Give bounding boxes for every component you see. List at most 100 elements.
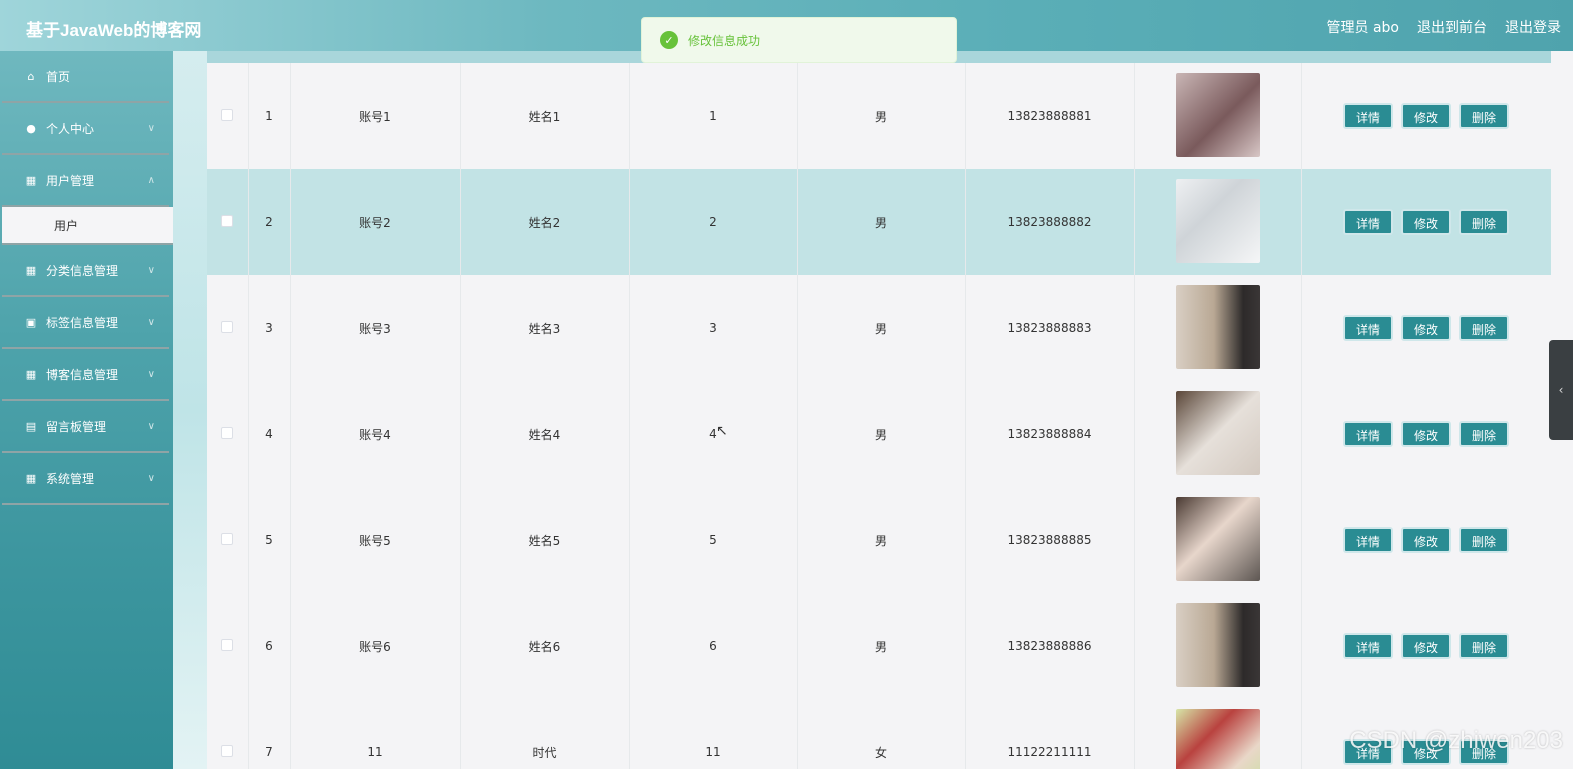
row-phone: 13823888886 bbox=[965, 593, 1135, 699]
delete-button[interactable]: 删除 bbox=[1459, 315, 1509, 341]
user-avatar-photo[interactable] bbox=[1175, 496, 1260, 581]
edit-button[interactable]: 修改 bbox=[1401, 527, 1451, 553]
sidebar-item-label: 留言板管理 bbox=[46, 419, 107, 434]
sidebar-item-home[interactable]: ⌂ 首页 bbox=[2, 51, 169, 103]
document-icon: ▤ bbox=[25, 419, 37, 433]
sidebar-item-tag-management[interactable]: ▣ 标签信息管理 ∨ bbox=[2, 297, 169, 349]
row-age: 4 bbox=[629, 381, 798, 487]
user-avatar-photo[interactable] bbox=[1175, 602, 1260, 687]
back-to-front-link[interactable]: 退出到前台 bbox=[1417, 17, 1487, 37]
chevron-down-icon: ∨ bbox=[147, 472, 155, 484]
detail-button[interactable]: 详情 bbox=[1343, 527, 1393, 553]
row-checkbox-cell bbox=[207, 63, 249, 169]
row-account: 账号1 bbox=[290, 63, 461, 169]
detail-button[interactable]: 详情 bbox=[1343, 209, 1393, 235]
side-collapse-tab[interactable]: ‹ bbox=[1549, 340, 1573, 440]
table-row: 1 账号1 姓名1 1 男 13823888881 详情 修改 删除 bbox=[207, 63, 1551, 169]
user-avatar-photo[interactable] bbox=[1175, 708, 1260, 769]
delete-button[interactable]: 删除 bbox=[1459, 103, 1509, 129]
user-avatar-photo[interactable] bbox=[1175, 72, 1260, 157]
row-checkbox-cell bbox=[207, 593, 249, 699]
user-avatar-photo[interactable] bbox=[1175, 390, 1260, 475]
row-photo-cell bbox=[1134, 63, 1302, 169]
edit-button[interactable]: 修改 bbox=[1401, 421, 1451, 447]
row-checkbox[interactable] bbox=[221, 532, 234, 545]
row-checkbox[interactable] bbox=[221, 638, 234, 651]
sidebar-item-system-management[interactable]: ▦ 系统管理 ∨ bbox=[2, 453, 169, 505]
sidebar-item-category-management[interactable]: ▦ 分类信息管理 ∨ bbox=[2, 245, 169, 297]
row-photo-cell bbox=[1134, 169, 1302, 275]
row-checkbox[interactable] bbox=[221, 108, 234, 121]
chevron-down-icon: ∨ bbox=[147, 420, 155, 432]
logout-link[interactable]: 退出登录 bbox=[1505, 17, 1561, 37]
row-index: 7 bbox=[248, 699, 291, 769]
row-name: 姓名3 bbox=[460, 275, 630, 381]
row-checkbox[interactable] bbox=[221, 214, 234, 227]
delete-button[interactable]: 删除 bbox=[1459, 527, 1509, 553]
sidebar-subitem-users[interactable]: 用户 bbox=[2, 207, 173, 245]
row-checkbox[interactable] bbox=[221, 744, 234, 757]
sidebar-item-personal-center[interactable]: ● 个人中心 ∨ bbox=[2, 103, 169, 155]
row-gender: 男 bbox=[797, 593, 966, 699]
edit-button[interactable]: 修改 bbox=[1401, 103, 1451, 129]
sidebar-item-user-management[interactable]: ▦ 用户管理 ∧ bbox=[2, 155, 169, 207]
edit-button[interactable]: 修改 bbox=[1401, 633, 1451, 659]
row-account: 账号2 bbox=[290, 169, 461, 275]
row-phone: 13823888883 bbox=[965, 275, 1135, 381]
chevron-down-icon: ∨ bbox=[147, 122, 155, 134]
row-age: 6 bbox=[629, 593, 798, 699]
detail-button[interactable]: 详情 bbox=[1343, 633, 1393, 659]
table-row: 2 账号2 姓名2 2 男 13823888882 详情 修改 删除 bbox=[207, 169, 1551, 275]
sidebar-item-blog-management[interactable]: ▦ 博客信息管理 ∨ bbox=[2, 349, 169, 401]
success-toast: ✓ 修改信息成功 bbox=[641, 17, 957, 63]
row-photo-cell bbox=[1134, 381, 1302, 487]
header-actions: 管理员 abo 退出到前台 退出登录 bbox=[1327, 17, 1561, 37]
detail-button[interactable]: 详情 bbox=[1343, 315, 1393, 341]
row-checkbox[interactable] bbox=[221, 426, 234, 439]
chevron-down-icon: ∨ bbox=[147, 264, 155, 276]
row-age: 2 bbox=[629, 169, 798, 275]
row-index: 5 bbox=[248, 487, 291, 593]
row-account: 账号3 bbox=[290, 275, 461, 381]
row-gender: 男 bbox=[797, 63, 966, 169]
user-icon: ● bbox=[26, 121, 36, 135]
sidebar-item-label: 首页 bbox=[46, 69, 71, 84]
row-name: 姓名6 bbox=[460, 593, 630, 699]
app-title: 基于JavaWeb的博客网 bbox=[26, 21, 202, 40]
row-gender: 男 bbox=[797, 169, 966, 275]
table-row: 6 账号6 姓名6 6 男 13823888886 详情 修改 删除 bbox=[207, 593, 1551, 699]
delete-button[interactable]: 删除 bbox=[1459, 421, 1509, 447]
row-actions: 详情 修改 删除 bbox=[1301, 487, 1551, 593]
row-index: 2 bbox=[248, 169, 291, 275]
row-checkbox-cell bbox=[207, 381, 249, 487]
sidebar-item-message-board[interactable]: ▤ 留言板管理 ∨ bbox=[2, 401, 169, 453]
edit-button[interactable]: 修改 bbox=[1401, 209, 1451, 235]
row-gender: 男 bbox=[797, 487, 966, 593]
delete-button[interactable]: 删除 bbox=[1459, 209, 1509, 235]
mouse-cursor-icon: ↖ bbox=[716, 423, 728, 439]
row-phone: 13823888884 bbox=[965, 381, 1135, 487]
sidebar: ⌂ 首页 ● 个人中心 ∨ ▦ 用户管理 ∧ 用户 ▦ 分类信息管理 ∨ ▣ 标… bbox=[0, 51, 173, 769]
row-photo-cell bbox=[1134, 275, 1302, 381]
detail-button[interactable]: 详情 bbox=[1343, 421, 1393, 447]
delete-button[interactable]: 删除 bbox=[1459, 633, 1509, 659]
chevron-up-icon: ∧ bbox=[147, 174, 155, 186]
edit-button[interactable]: 修改 bbox=[1401, 315, 1451, 341]
grid-icon: ▦ bbox=[25, 173, 37, 187]
row-checkbox[interactable] bbox=[221, 320, 234, 333]
row-name: 姓名1 bbox=[460, 63, 630, 169]
sidebar-item-label: 分类信息管理 bbox=[46, 263, 119, 278]
row-photo-cell bbox=[1134, 593, 1302, 699]
sidebar-item-label: 个人中心 bbox=[46, 121, 95, 136]
detail-button[interactable]: 详情 bbox=[1343, 103, 1393, 129]
toast-message: 修改信息成功 bbox=[688, 33, 761, 48]
user-avatar-photo[interactable] bbox=[1175, 178, 1260, 263]
user-avatar-photo[interactable] bbox=[1175, 284, 1260, 369]
watermark: CSDN @zhiwen203 bbox=[1349, 727, 1563, 754]
row-checkbox-cell bbox=[207, 699, 249, 769]
grid-icon: ▦ bbox=[25, 367, 37, 381]
row-gender: 男 bbox=[797, 275, 966, 381]
row-phone: 13823888885 bbox=[965, 487, 1135, 593]
row-actions: 详情 修改 删除 bbox=[1301, 381, 1551, 487]
row-actions: 详情 修改 删除 bbox=[1301, 593, 1551, 699]
